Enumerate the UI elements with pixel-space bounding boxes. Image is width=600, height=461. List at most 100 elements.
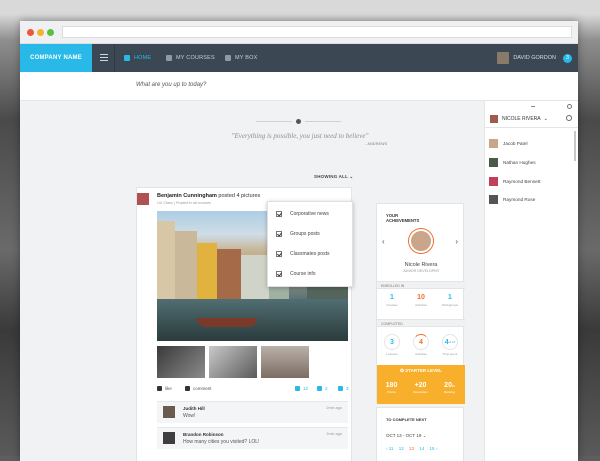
comment-avatar[interactable]: [163, 432, 175, 444]
likes-count[interactable]: 12: [295, 386, 308, 391]
filter-dropdown: Corporative news Groups posts Classmates…: [267, 201, 353, 287]
minimize-dot[interactable]: [37, 29, 44, 36]
comments-count[interactable]: 2: [317, 386, 328, 391]
shares-count[interactable]: 3: [338, 386, 349, 391]
search-icon[interactable]: [566, 115, 572, 121]
enrolled-stat: 10 Activities: [407, 294, 435, 307]
filter-option-corporative-news[interactable]: Corporative news: [276, 209, 329, 219]
to-complete-title: TO COMPLETE NEXT: [386, 417, 427, 422]
nav-my-box[interactable]: MY BOX: [225, 44, 258, 72]
filter-option-label: Classmates posts: [290, 251, 330, 257]
comment-author[interactable]: Brandon Robinson: [183, 432, 224, 437]
comment-text: How many cities you visited? LOL!: [183, 439, 260, 445]
friend-item[interactable]: Raymond Bennett: [489, 177, 541, 186]
house-5: [241, 255, 269, 301]
progress-ring: 3: [384, 334, 400, 350]
menu-icon[interactable]: [100, 54, 108, 63]
share-icon: [338, 386, 343, 391]
chevron-left-icon[interactable]: ‹: [382, 237, 385, 246]
completed-header: COMPLETED: [377, 319, 465, 327]
quote-rule-left: [256, 121, 292, 122]
chevron-right-icon[interactable]: ›: [455, 237, 458, 246]
day[interactable]: 13: [409, 446, 414, 451]
comment-avatar[interactable]: [163, 406, 175, 418]
friend-item[interactable]: Raymond Rose: [489, 195, 535, 204]
chevron-down-icon: ⌄: [349, 174, 354, 179]
house-3: [197, 243, 217, 301]
like-button[interactable]: like: [157, 386, 172, 391]
day[interactable]: 12: [399, 446, 404, 451]
user-menu[interactable]: DAVID GORDON 3: [497, 44, 578, 72]
day-strip: ‹ 11 12 13 14 15 ›: [386, 446, 437, 451]
comment-date: 2min ago: [326, 406, 342, 410]
completed-label: COMPLETED: [381, 322, 403, 326]
comment-icon: [317, 386, 322, 391]
level-stat-value: 20: [444, 382, 452, 389]
day[interactable]: 11: [389, 446, 394, 451]
notification-badge[interactable]: 3: [563, 53, 572, 63]
checkbox[interactable]: [276, 271, 282, 277]
avatar: [489, 177, 498, 186]
address-bar[interactable]: [62, 26, 572, 38]
scrollbar[interactable]: [574, 131, 576, 161]
stat-label: Activities: [415, 352, 427, 356]
date-range-select[interactable]: OCT 13 - OCT 19 ⌄: [386, 433, 426, 439]
comment-label: comment: [193, 386, 212, 391]
checkbox[interactable]: [276, 211, 282, 217]
stat-label: Lessons: [386, 352, 398, 356]
filter-option-groups-posts[interactable]: Groups posts: [276, 229, 320, 239]
friend-item[interactable]: Nathan Hughes: [489, 158, 536, 167]
post-avatar[interactable]: [137, 193, 149, 205]
avatar: [489, 139, 498, 148]
checkbox[interactable]: [276, 231, 282, 237]
maximize-dot[interactable]: [47, 29, 54, 36]
comment-date: 2min ago: [326, 432, 342, 436]
stat-label: Time spent: [442, 352, 458, 356]
current-user-name: NICOLE RIVERA: [502, 116, 541, 122]
brand-logo[interactable]: COMPANY NAME: [20, 44, 92, 72]
thumbnail-3[interactable]: [261, 346, 309, 378]
quote-text: "Everything is possible, you just need t…: [231, 132, 369, 140]
quote-dot: [296, 119, 301, 124]
feed: "Everything is possible, you just need t…: [20, 101, 484, 461]
nav-my-courses[interactable]: MY COURSES: [166, 44, 215, 72]
friend-name: Nathan Hughes: [503, 160, 536, 165]
minimize-icon[interactable]: [531, 106, 535, 107]
nav-home[interactable]: HOME: [124, 44, 151, 72]
comments-count-value: 2: [325, 386, 328, 391]
comment-author[interactable]: Judith Hill: [183, 406, 205, 411]
level-stat: +20 Reputation: [406, 382, 435, 394]
boat: [197, 318, 257, 327]
comment-button[interactable]: comment: [185, 386, 212, 391]
friend-item[interactable]: Jacob Patel: [489, 139, 528, 148]
avatar: [489, 158, 498, 167]
thumbnail-1[interactable]: [157, 346, 205, 378]
day[interactable]: 15: [430, 446, 435, 451]
progress-ring: 4 of 15: [442, 334, 458, 350]
filter-option-classmates-posts[interactable]: Classmates posts: [276, 249, 329, 259]
chevron-right-icon[interactable]: ›: [436, 446, 438, 451]
stat-label: Activities: [415, 303, 427, 307]
post-header: Benjamin Cunningham posted 4 pictures: [157, 193, 260, 199]
day[interactable]: 14: [419, 446, 424, 451]
stat-label: Courses: [386, 303, 398, 307]
level-panel: ✪ STARTER LEVEL 180 Points +20 Reputation …: [377, 365, 465, 404]
thumbnail-strip: [157, 346, 348, 378]
like-label: like: [165, 386, 172, 391]
checkbox[interactable]: [276, 251, 282, 257]
quote-rule-right: [305, 121, 341, 122]
achievements-title-line: ACHIEVEMENTS: [386, 218, 420, 223]
close-dot[interactable]: [27, 29, 34, 36]
chat-sidebar: NICOLE RIVERA ⌄ Jacob Patel Nathan Hughe…: [484, 101, 578, 461]
stat-value: 1: [448, 294, 452, 301]
level-stat: 20th Ranking: [435, 382, 464, 394]
nav-divider: [114, 44, 115, 72]
current-user[interactable]: NICOLE RIVERA ⌄: [490, 115, 548, 123]
gear-icon[interactable]: [567, 104, 572, 109]
filter-option-course-info[interactable]: Course info: [276, 269, 316, 279]
level-title: ✪ STARTER LEVEL: [377, 368, 465, 374]
filter-toggle[interactable]: SHOWING ALL ⌄: [314, 174, 353, 180]
post-author[interactable]: Benjamin Cunningham: [157, 193, 217, 199]
thumbnail-2[interactable]: [209, 346, 257, 378]
status-input[interactable]: What are you up to today?: [20, 72, 578, 101]
